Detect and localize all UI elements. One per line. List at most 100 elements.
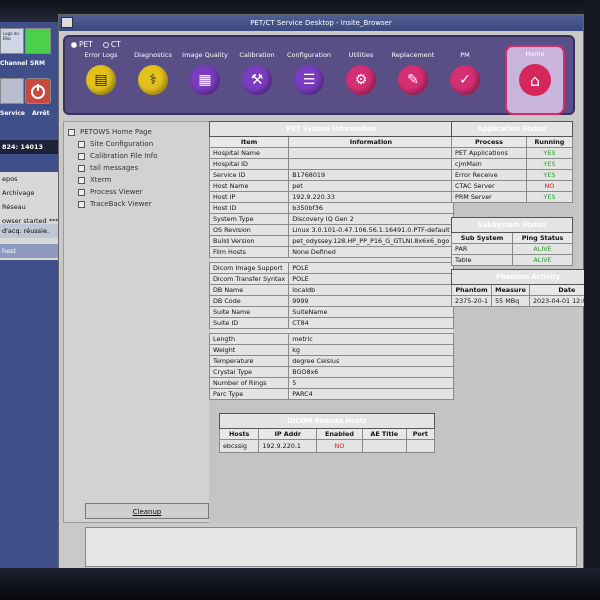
- table-cell: kg: [288, 344, 454, 356]
- subsystem-status-table: SubSystem Status Sub System Ping Status P…: [450, 217, 573, 266]
- table-row: ebcssig 192.9.220.1 NO: [218, 439, 436, 453]
- table-cell: Number of Rings: [208, 377, 290, 389]
- table-cell: PAR: [450, 243, 514, 255]
- image-quality-button[interactable]: Image Quality ▦: [177, 51, 233, 95]
- application-status-table: Application Status Process Running PET Ap…: [451, 121, 574, 203]
- table-cell: pet_odyssey.128.HP_PP_P16_G_GTLNI.8x6x6_…: [288, 235, 454, 247]
- status-badge: NO: [525, 180, 574, 192]
- table-cell: Dicom Image Support: [208, 262, 290, 274]
- window-titlebar[interactable]: PET/CT Service Desktop - Insite_Browser: [59, 15, 583, 31]
- list-icon: ▤: [86, 65, 116, 95]
- home-icon: ⌂: [519, 64, 551, 96]
- service-label: Service: [0, 110, 25, 117]
- service-tile[interactable]: [0, 78, 24, 104]
- table-row: PRM Server YES: [451, 191, 574, 203]
- phantom-activity-title: Phantom Activity: [451, 269, 600, 285]
- table-cell: [288, 158, 454, 170]
- monitor-bezel-bottom: [0, 568, 600, 600]
- table-cell: Service ID: [208, 169, 290, 181]
- table-cell: cjmMain: [451, 158, 527, 170]
- application-status-title: Application Status: [451, 121, 573, 137]
- window-title: PET/CT Service Desktop - Insite_Browser: [250, 19, 392, 27]
- image-quality-icon: ▦: [190, 65, 220, 95]
- table-cell: PRM Server: [451, 191, 527, 203]
- table-cell: Dicom Transfer Syntax: [208, 273, 290, 285]
- table-cell: [405, 439, 436, 453]
- table-cell: PET Applications: [451, 147, 527, 159]
- tree-item-xterm[interactable]: Xterm: [68, 174, 212, 186]
- table-cell: Suite Name: [208, 306, 290, 318]
- replacement-button[interactable]: Replacement ✎: [385, 51, 441, 95]
- system-info-table: PET System Information Item Information H…: [208, 121, 454, 400]
- table-row: Number of Rings 5: [208, 377, 454, 389]
- table-cell: CTAC Server: [451, 180, 527, 192]
- main-toolbar: PET CT Error Logs ▤ Diagnostics ⚕ Image …: [63, 35, 575, 115]
- table-cell: ebcssig: [218, 439, 260, 453]
- table-cell: Crystal Type: [208, 366, 290, 378]
- tree-item-tail-messages[interactable]: tail messages: [68, 162, 212, 174]
- channel-label: Channel: [0, 60, 28, 67]
- window-menu-button[interactable]: [61, 17, 73, 28]
- table-cell: localdb: [288, 284, 454, 296]
- error-logs-button[interactable]: Error Logs ▤: [73, 51, 129, 95]
- hammer-icon: ⚒: [242, 65, 272, 95]
- column-header: Sub System: [450, 232, 514, 244]
- cleanup-button[interactable]: Cleanup: [85, 503, 209, 519]
- table-row: Hospital Name: [208, 147, 454, 159]
- monitor-bezel-right: [584, 0, 600, 600]
- table-cell: b350bf36: [288, 202, 454, 214]
- tree-item-process-viewer[interactable]: Process Viewer: [68, 186, 212, 198]
- table-row: OS Revision Linux 3.0.101-0.47.106.56.1.1…: [208, 224, 454, 236]
- utilities-button[interactable]: Utilities ⚙: [333, 51, 389, 95]
- srm-tile[interactable]: [25, 28, 51, 54]
- tree-root[interactable]: PETOWS Home Page: [68, 126, 212, 138]
- dicom-hosts-title: DICOM Remote Hosts: [219, 413, 435, 429]
- tree-item-calibration-file-info[interactable]: Calibration File Info: [68, 150, 212, 162]
- status-badge: YES: [525, 147, 574, 159]
- tree-item-traceback-viewer[interactable]: TraceBack Viewer: [68, 198, 212, 210]
- table-cell: Parc Type: [208, 388, 290, 400]
- radio-ct[interactable]: CT: [102, 40, 121, 49]
- status-badge: YES: [525, 158, 574, 170]
- stop-tile[interactable]: [25, 78, 51, 104]
- diagnostics-button[interactable]: Diagnostics ⚕: [125, 51, 181, 95]
- table-cell: 192.9.220.33: [288, 191, 454, 203]
- table-cell: Host Name: [208, 180, 290, 192]
- table-cell: Host ID: [208, 202, 290, 214]
- table-cell: B1768019: [288, 169, 454, 181]
- table-row: Dicom Transfer Syntax POLE: [208, 273, 454, 285]
- sliders-icon: ☰: [294, 65, 324, 95]
- column-header: Port: [405, 428, 436, 440]
- column-header: Information: [288, 136, 454, 148]
- table-cell: PARC4: [288, 388, 454, 400]
- radio-pet[interactable]: PET: [71, 40, 93, 49]
- calibration-button[interactable]: Calibration ⚒: [229, 51, 285, 95]
- status-badge: NO: [316, 439, 363, 453]
- table-row: Temperature degree Celsius: [208, 355, 454, 367]
- table-cell: DB Name: [208, 284, 290, 296]
- home-button[interactable]: Home ⌂: [505, 45, 565, 115]
- node-icon: [78, 140, 85, 148]
- output-panel[interactable]: [85, 527, 577, 567]
- table-cell: Film Hosts: [208, 246, 290, 258]
- status-badge: ALIVE: [512, 254, 573, 266]
- column-header: Hosts: [218, 428, 260, 440]
- table-cell: Hospital ID: [208, 158, 290, 170]
- tree-item-site-configuration[interactable]: Site Configuration: [68, 138, 212, 150]
- pm-button[interactable]: PM ✓: [437, 51, 493, 95]
- column-header: Item: [208, 136, 290, 148]
- configuration-button[interactable]: Configuration ☰: [281, 51, 337, 95]
- service-desktop-window: PET/CT Service Desktop - Insite_Browser …: [58, 14, 600, 570]
- stethoscope-icon: ⚕: [138, 65, 168, 95]
- table-row: 2375-20-1 55 MBq 2023-04-01 12:00:00: [450, 295, 600, 307]
- table-cell: DB Code: [208, 295, 290, 307]
- table-cell: Suite ID: [208, 317, 290, 329]
- table-row: PAR ALIVE: [450, 243, 573, 255]
- log-line: epos: [2, 175, 18, 183]
- table-row: Service ID B1768019: [208, 169, 454, 181]
- table-cell: None Defined: [288, 246, 454, 258]
- table-cell: Linux 3.0.101-0.47.106.56.1.16491.0.PTF-…: [288, 224, 454, 236]
- table-row: Hospital ID: [208, 158, 454, 170]
- logo-tile[interactable]: Logo du Bloc: [0, 28, 24, 54]
- column-header: Running: [525, 136, 574, 148]
